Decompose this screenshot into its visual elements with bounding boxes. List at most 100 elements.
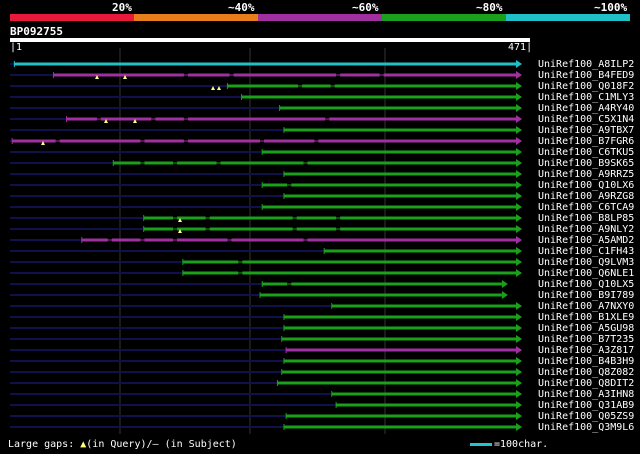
hit-label[interactable]: UniRef100_Q31AB9 — [538, 400, 634, 411]
hit-label[interactable]: UniRef100_B8LP85 — [538, 213, 634, 224]
hit-arrow-icon — [516, 170, 522, 178]
hit-label[interactable]: UniRef100_A7NXY0 — [538, 301, 634, 312]
hit-label[interactable]: UniRef100_C1MLY3 — [538, 92, 634, 103]
hit-arrow-icon — [516, 302, 522, 310]
hit-row — [10, 236, 522, 244]
hit-label[interactable]: UniRef100_C6TCA9 — [538, 202, 634, 213]
hit-row — [10, 346, 522, 354]
hit-row — [10, 313, 522, 321]
hit-row — [10, 60, 522, 68]
hit-label[interactable]: UniRef100_B9I789 — [538, 290, 634, 301]
hit-arrow-icon — [516, 214, 522, 222]
hit-arrow-icon — [516, 181, 522, 189]
hit-arrow-icon — [516, 93, 522, 101]
hit-label[interactable]: UniRef100_A9RZG8 — [538, 191, 634, 202]
hit-label[interactable]: UniRef100_C1FH43 — [538, 246, 634, 257]
hit-arrow-icon — [516, 71, 522, 79]
hit-label[interactable]: UniRef100_A3IHN8 — [538, 389, 634, 400]
hit-arrow-icon — [516, 357, 522, 365]
hit-arrow-icon — [516, 401, 522, 409]
hit-row — [10, 137, 522, 145]
hit-row — [10, 302, 522, 310]
hit-label[interactable]: UniRef100_A4RY40 — [538, 103, 634, 114]
hit-label[interactable]: UniRef100_B1XLE9 — [538, 312, 634, 323]
hit-label[interactable]: UniRef100_C5X1N4 — [538, 114, 634, 125]
hit-label[interactable]: UniRef100_A5AMD2 — [538, 235, 634, 246]
hit-row — [10, 148, 522, 156]
hit-label[interactable]: UniRef100_A9NLY2 — [538, 224, 634, 235]
hit-arrow-icon — [516, 247, 522, 255]
hit-label[interactable]: UniRef100_Q05ZS9 — [538, 411, 634, 422]
hit-row — [10, 181, 522, 189]
hit-arrow-icon — [501, 280, 508, 288]
hit-row — [10, 335, 522, 343]
hit-row — [10, 104, 522, 112]
hit-label[interactable]: UniRef100_Q8DIT2 — [538, 378, 634, 389]
hit-arrow-icon — [516, 258, 522, 266]
hit-row — [10, 71, 522, 79]
hit-arrow-icon — [516, 159, 522, 167]
hit-label[interactable]: UniRef100_A5GU98 — [538, 323, 634, 334]
scale-legend: =100char. — [470, 439, 548, 450]
hit-arrow-icon — [516, 192, 522, 200]
hit-row — [10, 423, 522, 431]
hit-arrow-icon — [516, 137, 522, 145]
hit-label[interactable]: UniRef100_Q10LX5 — [538, 279, 634, 290]
hit-arrow-icon — [516, 269, 522, 277]
gaps-legend: Large gaps: ▲(in Query)/— (in Subject) — [8, 439, 237, 450]
hit-label[interactable]: UniRef100_Q10LX6 — [538, 180, 634, 191]
hit-row — [10, 401, 522, 409]
hit-label[interactable]: UniRef100_Q018F2 — [538, 81, 634, 92]
hit-row — [10, 390, 522, 398]
hit-arrow-icon — [516, 324, 522, 332]
hit-label[interactable]: UniRef100_B4B3H9 — [538, 356, 634, 367]
hit-arrow-icon — [516, 236, 522, 244]
hit-label[interactable]: UniRef100_B9SK65 — [538, 158, 634, 169]
hit-row — [10, 357, 522, 365]
hit-label[interactable]: UniRef100_A9TBX7 — [538, 125, 634, 136]
hit-row — [10, 280, 508, 288]
hit-arrow-icon — [516, 335, 522, 343]
hit-row — [10, 258, 522, 266]
hit-arrow-icon — [516, 225, 522, 233]
hit-row — [10, 368, 522, 376]
hit-label[interactable]: UniRef100_A8ILP2 — [538, 59, 634, 70]
hit-arrow-icon — [516, 60, 522, 68]
hit-label[interactable]: UniRef100_A3Z817 — [538, 345, 634, 356]
hit-row — [10, 192, 522, 200]
hit-arrow-icon — [516, 203, 522, 211]
hit-row — [10, 247, 522, 255]
hit-arrow-icon — [501, 291, 508, 299]
hit-arrow-icon — [516, 412, 522, 420]
hit-row — [10, 170, 522, 178]
hit-row — [10, 269, 522, 277]
hit-arrow-icon — [516, 368, 522, 376]
hit-row — [10, 82, 522, 90]
hit-label[interactable]: UniRef100_C6TKU5 — [538, 147, 634, 158]
hit-arrow-icon — [516, 423, 522, 431]
hit-label[interactable]: UniRef100_Q6NLE1 — [538, 268, 634, 279]
hit-label[interactable]: UniRef100_B7FGR6 — [538, 136, 634, 147]
hit-arrow-icon — [516, 148, 522, 156]
hit-arrow-icon — [516, 390, 522, 398]
hit-label[interactable]: UniRef100_B7T235 — [538, 334, 634, 345]
hit-label[interactable]: UniRef100_Q9LVM3 — [538, 257, 634, 268]
hit-arrow-icon — [516, 313, 522, 321]
hit-arrow-icon — [516, 126, 522, 134]
hit-row — [10, 291, 508, 299]
hit-label[interactable]: UniRef100_Q8Z082 — [538, 367, 634, 378]
hit-row — [10, 412, 522, 420]
hit-arrow-icon — [516, 104, 522, 112]
hit-row — [10, 324, 522, 332]
scale-bar — [470, 442, 492, 446]
hit-arrow-icon — [516, 82, 522, 90]
hit-label[interactable]: UniRef100_B4FED9 — [538, 70, 634, 81]
hit-row — [10, 93, 522, 101]
hit-arrow-icon — [516, 346, 522, 354]
hit-row — [10, 379, 522, 387]
hit-label[interactable]: UniRef100_Q3M9L6 — [538, 422, 634, 433]
hit-label[interactable]: UniRef100_A9RRZ5 — [538, 169, 634, 180]
hit-row — [10, 126, 522, 134]
hit-row — [10, 225, 522, 233]
hit-row — [10, 159, 522, 167]
